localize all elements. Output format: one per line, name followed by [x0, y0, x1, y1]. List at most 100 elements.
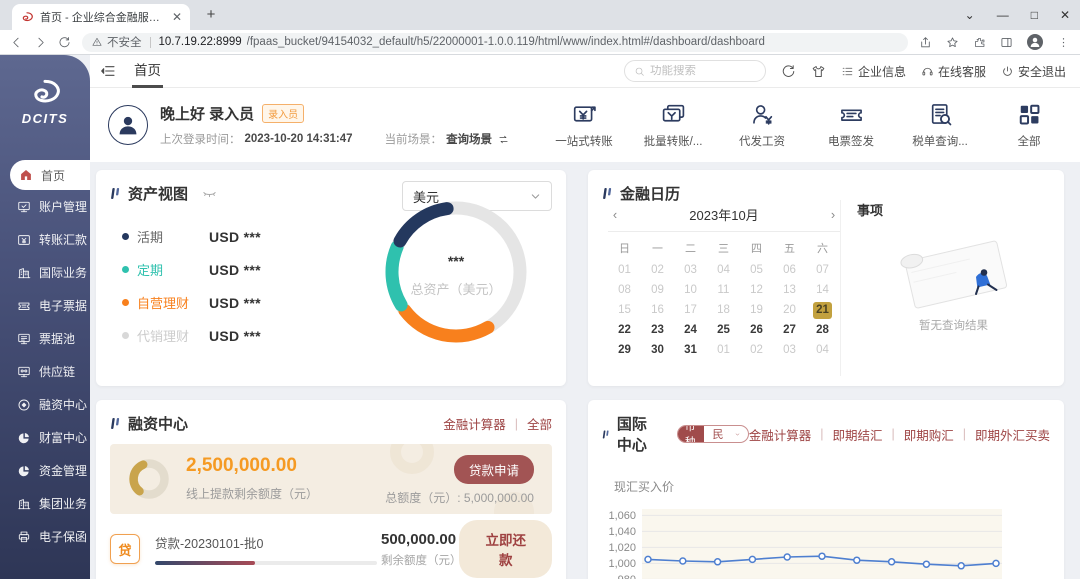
quick-action-all[interactable]: 全部 [998, 102, 1060, 149]
browser-menu-icon[interactable] [1057, 36, 1070, 49]
side-panel-icon[interactable] [1000, 36, 1013, 49]
currency-type-tag[interactable]: 币种 人民币 [677, 425, 749, 443]
quick-action-salary[interactable]: 代发工资 [731, 102, 793, 149]
calendar-day[interactable]: 06 [773, 260, 806, 280]
intl-links: 金融计算器|即期结汇|即期购汇|即期外汇买卖 [749, 425, 1050, 444]
sidebar-item-wealth[interactable]: 财富中心 [0, 421, 90, 454]
sidebar-item-home[interactable]: 首页 [10, 160, 90, 190]
calendar-day[interactable]: 18 [707, 300, 740, 320]
calendar-day[interactable]: 13 [773, 280, 806, 300]
calendar-day[interactable]: 22 [608, 320, 641, 340]
sidebar-item-e-guarantee[interactable]: 电子保函 [0, 520, 90, 553]
calendar-day[interactable]: 09 [641, 280, 674, 300]
online-service-button[interactable]: 在线客服 [921, 63, 986, 80]
quick-action-bill-issue[interactable]: 电票签发 [820, 102, 882, 149]
panel-link[interactable]: 即期购汇 [904, 425, 954, 444]
window-minimize-icon[interactable]: — [997, 8, 1009, 22]
sidebar-item-funds[interactable]: 资金管理 [0, 454, 90, 487]
calendar-day[interactable]: 19 [740, 300, 773, 320]
calendar-day[interactable]: 26 [740, 320, 773, 340]
calendar-day[interactable]: 24 [674, 320, 707, 340]
bookmark-star-icon[interactable] [946, 36, 959, 49]
sidebar-item-accounts[interactable]: 账户管理 [0, 190, 90, 223]
quick-action-batch-transfer[interactable]: 批量转账/... [642, 102, 704, 149]
search-input[interactable] [650, 65, 756, 77]
address-bar[interactable]: 不安全 10.7.19.22:8999/fpaas_bucket/9415403… [82, 33, 908, 52]
quick-action-one-stop-transfer[interactable]: 一站式转账 [553, 102, 615, 149]
panel-link[interactable]: 即期结汇 [832, 425, 882, 444]
sidebar-item-label: 集团业务 [39, 495, 87, 512]
switch-scene-icon[interactable] [498, 134, 509, 145]
panel-link[interactable]: 金融计算器 [443, 414, 506, 433]
calendar-day[interactable]: 08 [608, 280, 641, 300]
calendar-day[interactable]: 03 [674, 260, 707, 280]
calendar-day[interactable]: 11 [707, 280, 740, 300]
calendar-day[interactable]: 28 [806, 320, 839, 340]
calendar-day[interactable]: 12 [740, 280, 773, 300]
browser-tab[interactable]: 首页 - 企业综合金融服务平台 ✕ [12, 4, 190, 30]
window-search-tabs-icon[interactable]: ⌄ [965, 8, 975, 22]
calendar-day[interactable]: 27 [773, 320, 806, 340]
function-search[interactable] [624, 60, 766, 82]
back-icon[interactable] [10, 36, 23, 49]
quick-action-label: 全部 [1018, 133, 1041, 149]
reload-icon[interactable] [58, 36, 71, 49]
calendar-day[interactable]: 03 [773, 340, 806, 360]
window-maximize-icon[interactable]: □ [1031, 8, 1038, 22]
share-icon[interactable] [919, 36, 932, 49]
collapse-menu-icon[interactable] [100, 63, 116, 79]
sidebar-item-supply-chain[interactable]: 供应链 [0, 355, 90, 388]
calendar-day[interactable]: 02 [740, 340, 773, 360]
chevron-down-icon [735, 430, 740, 439]
quick-action-tax-query[interactable]: 税单查询... [909, 102, 971, 149]
calendar-day[interactable]: 16 [641, 300, 674, 320]
prev-month-icon[interactable]: ‹ [608, 207, 622, 222]
theme-skin-icon[interactable] [811, 64, 826, 79]
extensions-icon[interactable] [973, 36, 986, 49]
calendar-day[interactable]: 01 [608, 260, 641, 280]
panel-link[interactable]: 即期外汇买卖 [975, 425, 1050, 444]
calendar-day[interactable]: 30 [641, 340, 674, 360]
calendar-day[interactable]: 23 [641, 320, 674, 340]
calendar-day[interactable]: 04 [806, 340, 839, 360]
logout-button[interactable]: 安全退出 [1001, 63, 1066, 80]
sidebar-item-e-bill[interactable]: 电子票据 [0, 289, 90, 322]
calendar-day[interactable]: 01 [707, 340, 740, 360]
calendar-day[interactable]: 25 [707, 320, 740, 340]
tab-home[interactable]: 首页 [132, 55, 163, 88]
calendar-day[interactable]: 05 [740, 260, 773, 280]
loan-apply-button[interactable]: 贷款申请 [454, 455, 534, 484]
sidebar-item-label: 供应链 [39, 363, 75, 380]
sidebar-item-financing[interactable]: 融资中心 [0, 388, 90, 421]
new-tab-button[interactable]: + [202, 6, 220, 23]
calendar-day[interactable]: 04 [707, 260, 740, 280]
panel-link[interactable]: 金融计算器 [749, 425, 812, 444]
sidebar-item-group[interactable]: 集团业务 [0, 487, 90, 520]
legend-label: 活期 [137, 227, 209, 246]
next-month-icon[interactable]: › [826, 207, 840, 222]
sidebar-item-international[interactable]: 国际业务 [0, 256, 90, 289]
legend-value: USD *** [209, 295, 261, 311]
window-close-icon[interactable]: ✕ [1060, 8, 1070, 22]
calendar-day[interactable]: 14 [806, 280, 839, 300]
calendar-day[interactable]: 31 [674, 340, 707, 360]
calendar-day[interactable]: 10 [674, 280, 707, 300]
calendar-day[interactable]: 07 [806, 260, 839, 280]
panel-link[interactable]: 全部 [527, 414, 552, 433]
eye-toggle-icon[interactable] [202, 186, 217, 201]
calendar-day[interactable]: 02 [641, 260, 674, 280]
calendar-day[interactable]: 15 [608, 300, 641, 320]
forward-icon[interactable] [34, 36, 47, 49]
sidebar-item-transfer[interactable]: 转账汇款 [0, 223, 90, 256]
repay-now-button[interactable]: 立即还款 [459, 520, 552, 578]
tab-close-icon[interactable]: ✕ [172, 10, 182, 24]
calendar-day-today[interactable]: 21 [806, 300, 839, 320]
browser-profile-avatar[interactable] [1027, 34, 1043, 50]
sidebar-item-bill-pool[interactable]: 票据池 [0, 322, 90, 355]
calendar-day[interactable]: 29 [608, 340, 641, 360]
enterprise-info-button[interactable]: 企业信息 [841, 63, 906, 80]
quick-action-label: 批量转账/... [644, 133, 703, 149]
calendar-day[interactable]: 20 [773, 300, 806, 320]
refresh-icon[interactable] [781, 64, 796, 79]
calendar-day[interactable]: 17 [674, 300, 707, 320]
